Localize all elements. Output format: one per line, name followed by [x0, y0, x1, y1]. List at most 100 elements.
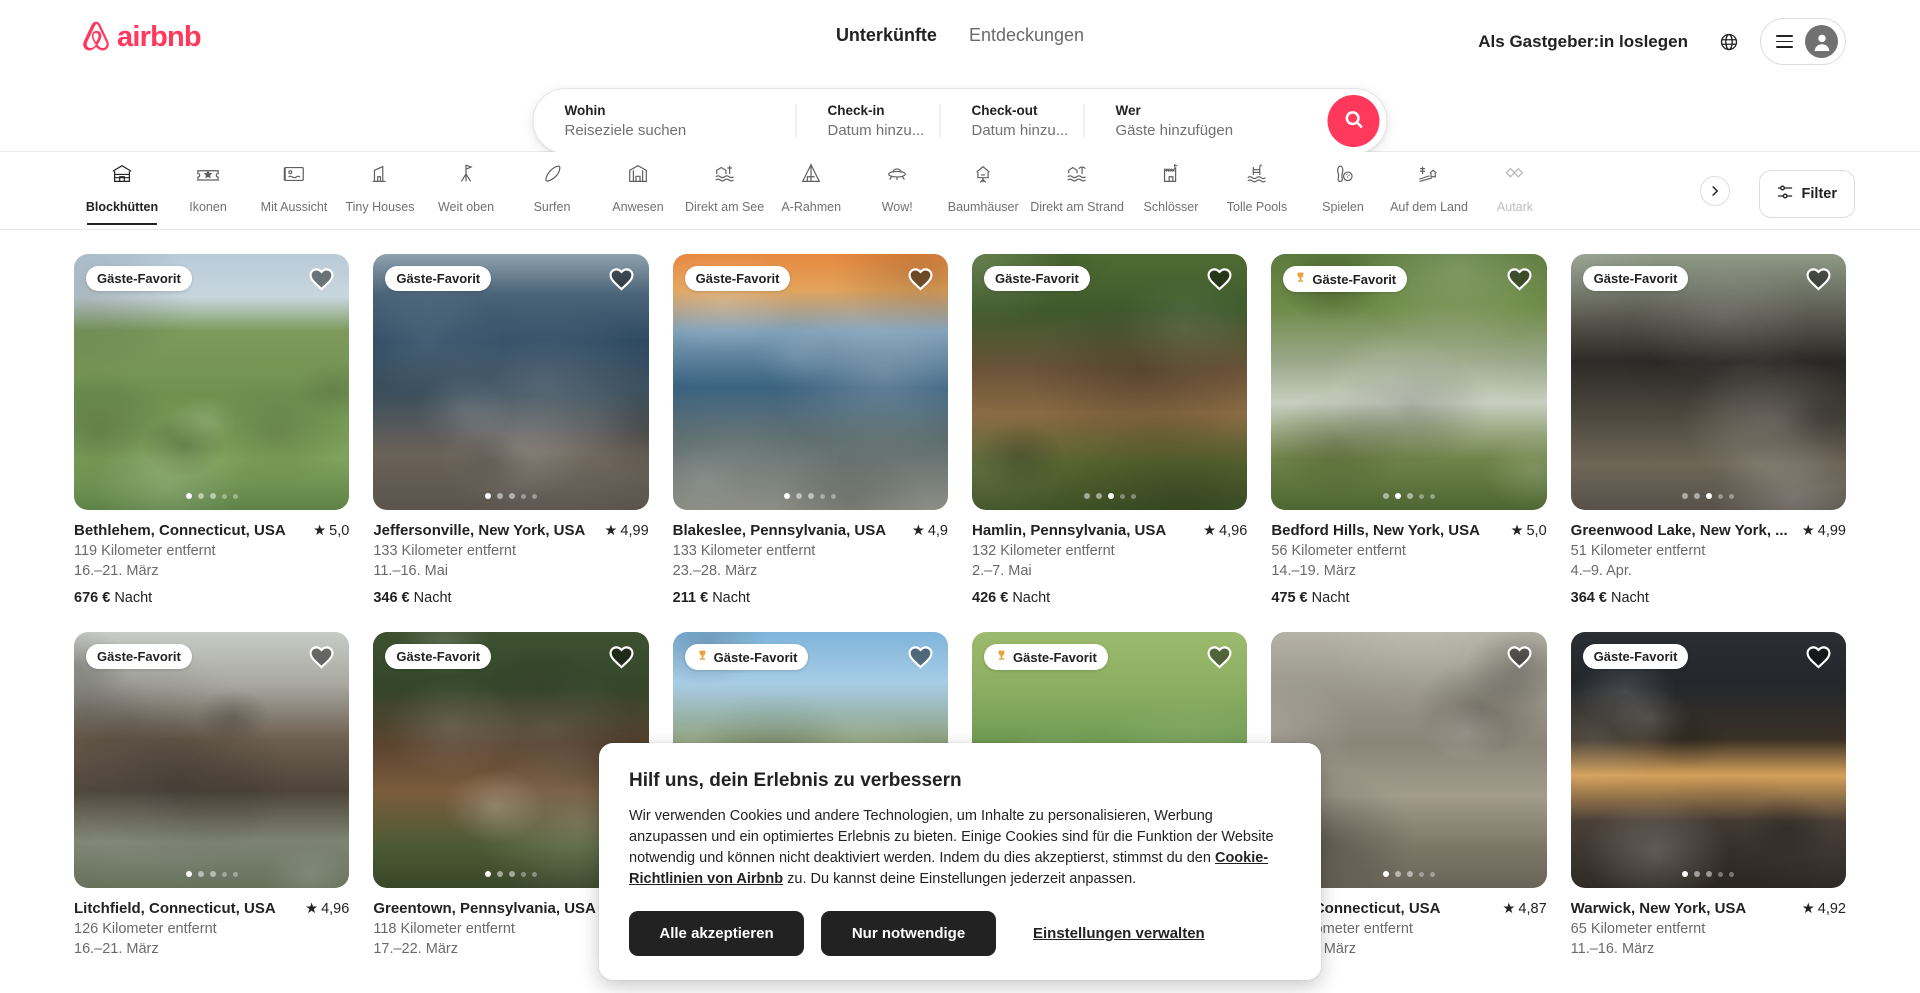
category-blockhuetten[interactable]: Blockhütten	[79, 162, 165, 225]
carousel-dot[interactable]	[484, 493, 491, 499]
search-where-segment[interactable]: Wohin Reiseziele suchen	[534, 89, 796, 153]
carousel-dot[interactable]	[1382, 871, 1389, 877]
carousel-dot[interactable]	[232, 493, 238, 499]
carousel-dot[interactable]	[1406, 871, 1413, 877]
save-to-wishlist-heart-icon[interactable]	[907, 266, 934, 298]
carousel-dot[interactable]	[209, 493, 216, 499]
listing-photo[interactable]: Gäste-Favorit	[1271, 254, 1547, 510]
category-wow[interactable]: Wow!	[854, 162, 940, 225]
category-autark[interactable]: Autark	[1472, 162, 1558, 225]
search-button[interactable]	[1327, 95, 1380, 147]
carousel-dot[interactable]	[1706, 871, 1713, 877]
search-checkout-input[interactable]: Datum hinzu...	[972, 121, 1084, 141]
category-mit-aussicht[interactable]: Mit Aussicht	[251, 162, 337, 225]
carousel-dot[interactable]	[496, 871, 503, 877]
carousel-dot[interactable]	[1682, 871, 1689, 877]
save-to-wishlist-heart-icon[interactable]	[1206, 644, 1233, 676]
carousel-dot[interactable]	[808, 493, 815, 499]
carousel-dot[interactable]	[1107, 493, 1114, 499]
carousel-dot[interactable]	[496, 493, 503, 499]
listing-photo[interactable]: Gäste-Favorit	[74, 632, 350, 888]
listing-card[interactable]: Gäste-Favorit Jeffersonville, New York, …	[373, 254, 649, 608]
carousel-dot[interactable]	[520, 493, 526, 499]
listing-photo[interactable]: Gäste-Favorit	[672, 254, 948, 510]
save-to-wishlist-heart-icon[interactable]	[1206, 266, 1233, 298]
listing-card[interactable]: Gäste-Favorit Greenwood Lake, New York, …	[1570, 254, 1846, 608]
carousel-dot[interactable]	[1130, 493, 1136, 499]
carousel-dot[interactable]	[221, 871, 227, 877]
save-to-wishlist-heart-icon[interactable]	[1805, 644, 1832, 676]
carousel-dot[interactable]	[1095, 493, 1102, 499]
become-host-link[interactable]: Als Gastgeber:in loslegen	[1464, 20, 1702, 64]
listing-card[interactable]: Gäste-Favorit Bedford Hills, New York, U…	[1271, 254, 1547, 608]
category-spielen[interactable]: Spielen	[1300, 162, 1386, 225]
carousel-dot[interactable]	[197, 493, 204, 499]
category-auf-dem-land[interactable]: Auf dem Land	[1386, 162, 1472, 225]
carousel-dot[interactable]	[1394, 493, 1401, 499]
category-scroller[interactable]: Blockhütten Ikonen Mit Aussicht Tiny Hou…	[79, 152, 1920, 225]
save-to-wishlist-heart-icon[interactable]	[1506, 644, 1533, 676]
carousel-dot[interactable]	[1083, 493, 1090, 499]
nav-tab-entdeckungen[interactable]: Entdeckungen	[969, 24, 1084, 46]
listing-card[interactable]: Gäste-Favorit Hamlin, Pennsylvania, USA …	[972, 254, 1248, 608]
save-to-wishlist-heart-icon[interactable]	[1805, 266, 1832, 298]
category-direkt-am-strand[interactable]: Direkt am Strand	[1026, 162, 1128, 225]
carousel-dot[interactable]	[1406, 493, 1413, 499]
save-to-wishlist-heart-icon[interactable]	[308, 644, 335, 676]
save-to-wishlist-heart-icon[interactable]	[907, 644, 934, 676]
filter-button[interactable]: Filter	[1758, 170, 1855, 218]
carousel-dot[interactable]	[831, 493, 837, 499]
carousel-dot[interactable]	[520, 871, 526, 877]
save-to-wishlist-heart-icon[interactable]	[308, 266, 335, 298]
carousel-dot[interactable]	[1119, 493, 1125, 499]
carousel-dot[interactable]	[1429, 871, 1435, 877]
listing-card[interactable]: Gäste-Favorit Warwick, New York, USA ★ 4,…	[1570, 632, 1846, 959]
listing-photo[interactable]: Gäste-Favorit	[373, 254, 649, 510]
listing-card[interactable]: Gäste-Favorit Litchfield, Connecticut, U…	[74, 632, 350, 959]
carousel-dot[interactable]	[531, 871, 537, 877]
search-checkout-segment[interactable]: Check-out Datum hinzu...	[941, 89, 1084, 153]
category-surfen[interactable]: Surfen	[509, 162, 595, 225]
carousel-dot[interactable]	[232, 871, 238, 877]
category-tiny-houses[interactable]: Tiny Houses	[337, 162, 423, 225]
category-weit-oben[interactable]: Weit oben	[423, 162, 509, 225]
manage-cookie-settings-link[interactable]: Einstellungen verwalten	[1033, 925, 1205, 942]
carousel-dot[interactable]	[1729, 493, 1735, 499]
carousel-dot[interactable]	[1718, 493, 1724, 499]
accept-all-cookies-button[interactable]: Alle akzeptieren	[629, 911, 804, 956]
save-to-wishlist-heart-icon[interactable]	[608, 644, 635, 676]
save-to-wishlist-heart-icon[interactable]	[1506, 266, 1533, 298]
necessary-only-cookies-button[interactable]: Nur notwendige	[821, 911, 996, 956]
carousel-dot[interactable]	[1429, 493, 1435, 499]
user-account-menu[interactable]	[1760, 18, 1846, 65]
listing-card[interactable]: Gäste-Favorit Blakeslee, Pennsylvania, U…	[672, 254, 948, 608]
carousel-dot[interactable]	[1718, 871, 1724, 877]
listing-photo[interactable]: Gäste-Favorit	[74, 254, 350, 510]
category-a-rahmen[interactable]: A-Rahmen	[768, 162, 854, 225]
carousel-dot[interactable]	[1682, 493, 1689, 499]
carousel-dot[interactable]	[185, 493, 192, 499]
carousel-dot[interactable]	[1382, 493, 1389, 499]
search-who-segment[interactable]: Wer Gäste hinzufügen	[1085, 89, 1328, 153]
chevron-right-icon[interactable]	[1700, 176, 1730, 206]
globe-icon[interactable]	[1708, 21, 1750, 63]
search-who-input[interactable]: Gäste hinzufügen	[1116, 121, 1328, 141]
carousel-dot[interactable]	[221, 493, 227, 499]
carousel-dot[interactable]	[1706, 493, 1713, 499]
save-to-wishlist-heart-icon[interactable]	[608, 266, 635, 298]
carousel-dot[interactable]	[1694, 493, 1701, 499]
carousel-dot[interactable]	[796, 493, 803, 499]
carousel-dot[interactable]	[820, 493, 826, 499]
category-schloesser[interactable]: Schlösser	[1128, 162, 1214, 225]
carousel-dot[interactable]	[784, 493, 791, 499]
carousel-dot[interactable]	[209, 871, 216, 877]
category-ikonen[interactable]: Ikonen	[165, 162, 251, 225]
carousel-dot[interactable]	[1418, 871, 1424, 877]
carousel-dot[interactable]	[185, 871, 192, 877]
carousel-dot[interactable]	[197, 871, 204, 877]
category-anwesen[interactable]: Anwesen	[595, 162, 681, 225]
search-checkin-segment[interactable]: Check-in Datum hinzu...	[797, 89, 940, 153]
carousel-dot[interactable]	[1394, 871, 1401, 877]
search-checkin-input[interactable]: Datum hinzu...	[828, 121, 940, 141]
carousel-dot[interactable]	[508, 871, 515, 877]
